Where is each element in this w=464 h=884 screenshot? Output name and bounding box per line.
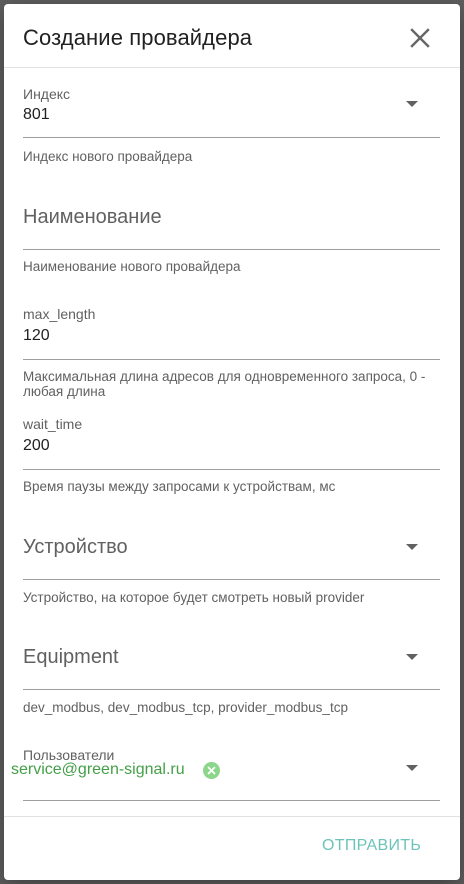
chevron-down-icon[interactable] xyxy=(406,654,418,660)
device-underline xyxy=(23,579,440,580)
dialog-content: Индекс 801 Индекс нового провайдера Наим… xyxy=(4,68,460,816)
chevron-down-icon[interactable] xyxy=(406,101,418,107)
equipment-underline xyxy=(23,689,440,690)
close-icon[interactable] xyxy=(408,26,432,50)
equipment-select[interactable]: Equipment xyxy=(23,618,440,690)
max-length-value: 120 xyxy=(23,327,50,344)
max-length-underline xyxy=(23,359,440,360)
index-underline xyxy=(23,137,440,138)
wait-time-underline xyxy=(23,469,440,470)
index-hint: Индекс нового провайдера xyxy=(23,149,193,164)
device-hint: Устройство, на которое будет смотреть но… xyxy=(23,590,365,605)
dialog-header: Создание провайдера xyxy=(4,4,460,68)
index-label: Индекс xyxy=(23,86,71,102)
equipment-hint: dev_modbus, dev_modbus_tcp, provider_mod… xyxy=(23,700,348,715)
max-length-label: max_length xyxy=(23,306,96,322)
max-length-hint: Максимальная длина адресов для одновреме… xyxy=(23,369,426,399)
users-underline xyxy=(23,800,440,801)
submit-button[interactable]: ОТПРАВИТЬ xyxy=(322,837,421,855)
name-hint: Наименование нового провайдера xyxy=(23,259,241,274)
name-underline xyxy=(23,249,440,250)
index-select[interactable]: Индекс 801 xyxy=(23,68,440,138)
dialog-footer: ОТПРАВИТЬ xyxy=(4,816,460,880)
create-provider-dialog: Создание провайдера Индекс 801 Индекс но… xyxy=(4,4,460,880)
equipment-placeholder: Equipment xyxy=(23,646,119,668)
wait-time-label: wait_time xyxy=(23,416,83,432)
index-value: 801 xyxy=(23,106,50,123)
close-circle-icon[interactable] xyxy=(203,762,220,779)
chevron-down-icon[interactable] xyxy=(406,765,418,771)
wait-time-hint: Время паузы между запросами к устройства… xyxy=(23,479,336,494)
wait-time-value: 200 xyxy=(23,437,50,454)
name-placeholder: Наименование xyxy=(23,206,162,228)
max-length-input[interactable]: max_length 120 xyxy=(23,288,440,360)
wait-time-input[interactable]: wait_time 200 xyxy=(23,398,440,470)
user-chip-label: service@green-signal.ru xyxy=(11,761,185,778)
dialog-title: Создание провайдера xyxy=(23,25,253,50)
device-placeholder: Устройство xyxy=(23,536,128,558)
chevron-down-icon[interactable] xyxy=(406,544,418,550)
device-select[interactable]: Устройство xyxy=(23,508,440,580)
name-input[interactable]: Наименование xyxy=(23,178,440,250)
